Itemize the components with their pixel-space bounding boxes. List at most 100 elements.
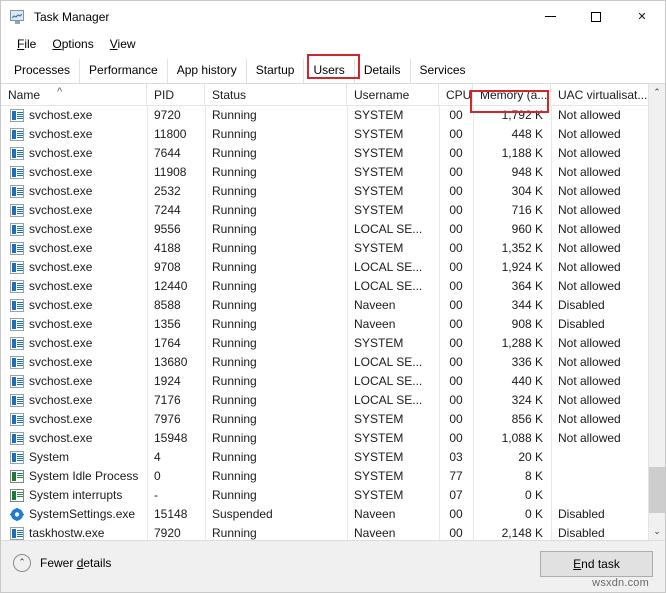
cell-status: Running — [205, 448, 347, 467]
table-row[interactable]: svchost.exe8588RunningNaveen00344 KDisab… — [1, 296, 665, 315]
menu-options[interactable]: Options — [44, 35, 101, 54]
process-name: System — [29, 448, 69, 467]
table-row[interactable]: svchost.exe1924RunningLOCAL SE...00440 K… — [1, 372, 665, 391]
cell-uac: Not allowed — [551, 429, 649, 448]
table-row[interactable]: System Idle Process0RunningSYSTEM778 K — [1, 467, 665, 486]
scroll-down-button[interactable]: ⌄ — [649, 523, 665, 540]
cell-memory: 1,288 K — [473, 334, 551, 353]
cell-name: svchost.exe — [1, 144, 147, 163]
table-row[interactable]: svchost.exe7244RunningSYSTEM00716 KNot a… — [1, 201, 665, 220]
tab-users[interactable]: Users — [303, 59, 353, 83]
maximize-button[interactable] — [573, 1, 619, 32]
tab-details[interactable]: Details — [354, 59, 410, 83]
cell-name: SystemSettings.exe — [1, 505, 147, 524]
cell-username: SYSTEM — [347, 144, 439, 163]
cell-status: Running — [205, 106, 347, 125]
menu-file-rest: ile — [24, 37, 36, 51]
cell-username: SYSTEM — [347, 467, 439, 486]
cell-uac: Not allowed — [551, 239, 649, 258]
cell-cpu: 00 — [439, 258, 473, 277]
cell-memory: 2,148 K — [473, 524, 551, 540]
cell-name: System — [1, 448, 147, 467]
process-name: svchost.exe — [29, 353, 92, 372]
column-header-username[interactable]: Username — [347, 84, 439, 106]
process-name: System interrupts — [29, 486, 122, 505]
table-row[interactable]: svchost.exe7176RunningLOCAL SE...00324 K… — [1, 391, 665, 410]
table-row[interactable]: svchost.exe9720RunningSYSTEM001,792 KNot… — [1, 106, 665, 125]
minimize-button[interactable] — [527, 1, 573, 32]
tab-app-history[interactable]: App history — [167, 59, 246, 83]
table-row[interactable]: svchost.exe9556RunningLOCAL SE...00960 K… — [1, 220, 665, 239]
cell-username: SYSTEM — [347, 448, 439, 467]
cell-cpu: 00 — [439, 296, 473, 315]
cell-pid: 7976 — [147, 410, 205, 429]
table-row[interactable]: svchost.exe11908RunningSYSTEM00948 KNot … — [1, 163, 665, 182]
process-name: svchost.exe — [29, 296, 92, 315]
table-row[interactable]: taskhostw.exe7920RunningNaveen002,148 KD… — [1, 524, 665, 540]
cell-memory: 364 K — [473, 277, 551, 296]
cell-pid: 11800 — [147, 125, 205, 144]
column-header-cpu[interactable]: CPU — [439, 84, 473, 106]
scrollbar-thumb[interactable] — [649, 467, 665, 513]
task-manager-window: Task Manager ✕ File Options View Process… — [0, 0, 666, 593]
table-row[interactable]: System4RunningSYSTEM0320 K — [1, 448, 665, 467]
table-row[interactable]: System interrupts-RunningSYSTEM070 K — [1, 486, 665, 505]
table-row[interactable]: svchost.exe7644RunningSYSTEM001,188 KNot… — [1, 144, 665, 163]
cell-pid: - — [147, 486, 205, 505]
cell-cpu: 00 — [439, 182, 473, 201]
exe-icon — [10, 318, 24, 331]
menu-file[interactable]: File — [9, 35, 44, 54]
table-row[interactable]: svchost.exe4188RunningSYSTEM001,352 KNot… — [1, 239, 665, 258]
column-header-pid[interactable]: PID — [147, 84, 205, 106]
table-row[interactable]: svchost.exe9708RunningLOCAL SE...001,924… — [1, 258, 665, 277]
table-row[interactable]: svchost.exe1356RunningNaveen00908 KDisab… — [1, 315, 665, 334]
column-header-uac[interactable]: UAC virtualisat... — [551, 84, 649, 106]
cell-memory: 856 K — [473, 410, 551, 429]
cell-name: svchost.exe — [1, 220, 147, 239]
cell-cpu: 03 — [439, 448, 473, 467]
table-row[interactable]: svchost.exe1764RunningSYSTEM001,288 KNot… — [1, 334, 665, 353]
column-header-name[interactable]: Name ^ — [1, 84, 147, 106]
cell-uac: Not allowed — [551, 258, 649, 277]
table-row[interactable]: svchost.exe15948RunningSYSTEM001,088 KNo… — [1, 429, 665, 448]
cell-pid: 0 — [147, 467, 205, 486]
cell-memory: 336 K — [473, 353, 551, 372]
exe-icon — [10, 527, 24, 540]
title-bar: Task Manager ✕ — [1, 1, 665, 32]
table-row[interactable]: svchost.exe13680RunningLOCAL SE...00336 … — [1, 353, 665, 372]
table-row[interactable]: svchost.exe11800RunningSYSTEM00448 KNot … — [1, 125, 665, 144]
column-header-memory[interactable]: Memory (a... — [473, 84, 551, 106]
cell-memory: 1,924 K — [473, 258, 551, 277]
close-button[interactable]: ✕ — [619, 1, 665, 32]
task-manager-icon — [10, 9, 26, 25]
process-name: svchost.exe — [29, 220, 92, 239]
table-row[interactable]: svchost.exe7976RunningSYSTEM00856 KNot a… — [1, 410, 665, 429]
cell-username: LOCAL SE... — [347, 353, 439, 372]
table-row[interactable]: svchost.exe12440RunningLOCAL SE...00364 … — [1, 277, 665, 296]
system-icon — [10, 489, 24, 502]
menu-view-rest: iew — [118, 37, 136, 51]
table-row[interactable]: SystemSettings.exe15148SuspendedNaveen00… — [1, 505, 665, 524]
cell-status: Running — [205, 144, 347, 163]
window-title: Task Manager — [34, 9, 109, 25]
cell-username: SYSTEM — [347, 106, 439, 125]
menu-view[interactable]: View — [102, 35, 144, 54]
tab-services[interactable]: Services — [410, 59, 475, 83]
column-header-status[interactable]: Status — [205, 84, 347, 106]
exe-icon — [10, 451, 24, 464]
vertical-scrollbar[interactable]: ⌃ ⌄ — [648, 84, 665, 540]
cell-uac: Not allowed — [551, 201, 649, 220]
fewer-details-button[interactable]: ⌃ Fewer details — [13, 554, 111, 572]
cell-username: SYSTEM — [347, 429, 439, 448]
cell-cpu: 00 — [439, 372, 473, 391]
tab-processes[interactable]: Processes — [5, 59, 79, 83]
table-row[interactable]: svchost.exe2532RunningSYSTEM00304 KNot a… — [1, 182, 665, 201]
cell-status: Running — [205, 182, 347, 201]
tab-startup[interactable]: Startup — [246, 59, 304, 83]
end-task-button[interactable]: End task — [540, 551, 653, 577]
cell-status: Running — [205, 334, 347, 353]
cell-username: Naveen — [347, 296, 439, 315]
tab-performance[interactable]: Performance — [79, 59, 167, 83]
scroll-up-button[interactable]: ⌃ — [649, 84, 665, 101]
process-name: svchost.exe — [29, 277, 92, 296]
